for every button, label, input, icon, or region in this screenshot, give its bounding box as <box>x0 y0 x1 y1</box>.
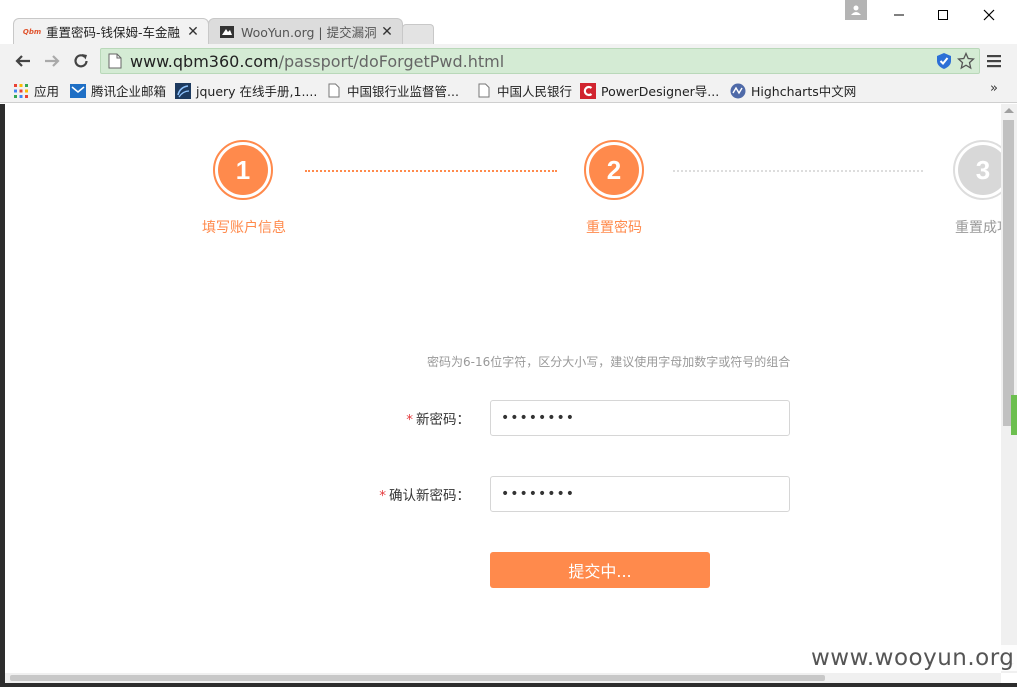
close-icon[interactable]: ✕ <box>186 24 200 40</box>
minimize-button[interactable] <box>876 0 922 30</box>
bookmark-star-icon[interactable] <box>957 52 975 70</box>
user-profile-icon[interactable] <box>845 0 867 20</box>
bookmark-pboc[interactable]: 中国人民银行 <box>476 82 572 99</box>
window-edge <box>0 683 1017 687</box>
step-1-label: 填写账户信息 <box>202 220 286 236</box>
page-content: 1 填写账户信息 2 重置密码 3 重置成功 密码为6-16位字符，区分大小写，… <box>5 104 1001 673</box>
confirm-password-input[interactable] <box>490 476 790 512</box>
address-url: www.qbm360.com/passport/doForgetPwd.html <box>130 51 505 71</box>
bookmark-label: 应用 <box>34 84 60 99</box>
page-icon <box>108 53 122 69</box>
bookmark-apps[interactable]: 应用 <box>13 82 59 99</box>
tab-title: 重置密码-钱保姆-车金融 <box>46 25 181 40</box>
submit-button[interactable]: 提交中... <box>490 552 710 588</box>
window-edge <box>0 104 5 687</box>
bookmark-label: 中国银行业监督管... <box>347 84 459 99</box>
watermark: www.wooyun.org <box>805 645 1017 671</box>
bookmark-label: 中国人民银行 <box>497 84 573 99</box>
new-password-label: * 新密码： <box>406 412 470 428</box>
bookmark-powerdesigner[interactable]: PowerDesigner导... <box>580 82 719 99</box>
browser-titlebar: Qbm 重置密码-钱保姆-车金融 ✕ WooYun.org | 提交漏洞 ✕ <box>0 0 1017 44</box>
bookmark-cbrc[interactable]: 中国银行业监督管... <box>326 82 459 99</box>
bookmark-highcharts[interactable]: Highcharts中文网 <box>730 82 856 99</box>
bookmark-label: jquery 在线手册,1.... <box>196 84 318 99</box>
step-3-circle: 3 <box>953 140 1001 200</box>
address-bar[interactable]: www.qbm360.com/passport/doForgetPwd.html <box>100 48 980 74</box>
new-password-input[interactable] <box>490 400 790 436</box>
reload-button[interactable] <box>70 50 92 72</box>
reload-icon <box>74 54 88 68</box>
page-icon <box>476 83 492 99</box>
arrow-right-icon <box>45 55 60 67</box>
close-window-button[interactable] <box>966 0 1012 30</box>
wooyun-favicon-icon <box>219 24 235 40</box>
bookmark-label: Highcharts中文网 <box>751 84 857 99</box>
arrow-left-icon <box>15 55 30 67</box>
menu-icon[interactable] <box>986 53 1002 69</box>
c-logo-icon <box>580 82 596 99</box>
bookmarks-bar: 应用 腾讯企业邮箱 jquery 在线手册,1.... 中国银行业监督管... … <box>0 78 1017 103</box>
tab-qbm[interactable]: Qbm 重置密码-钱保姆-车金融 ✕ <box>13 18 209 44</box>
password-hint: 密码为6-16位字符，区分大小写，建议使用字母加数字或符号的组合 <box>427 355 791 369</box>
confirm-password-label: * 确认新密码： <box>379 488 470 504</box>
close-icon[interactable]: ✕ <box>380 24 394 40</box>
step-connector-2 <box>673 170 923 172</box>
jquery-icon <box>175 82 191 99</box>
tab-title: WooYun.org | 提交漏洞 <box>241 25 377 40</box>
bookmark-jquery[interactable]: jquery 在线手册,1.... <box>175 82 317 99</box>
back-button[interactable] <box>12 50 34 72</box>
apps-grid-icon <box>13 83 29 99</box>
bookmark-label: PowerDesigner导... <box>601 84 720 99</box>
highcharts-icon <box>730 83 746 99</box>
mail-icon <box>70 83 86 99</box>
new-tab-button[interactable] <box>402 24 434 44</box>
background-window-edge <box>1011 395 1017 435</box>
tab-wooyun[interactable]: WooYun.org | 提交漏洞 ✕ <box>208 18 403 44</box>
qbm-favicon-icon: Qbm <box>22 27 42 36</box>
bookmarks-more-button[interactable]: » <box>990 81 998 96</box>
bookmark-label: 腾讯企业邮箱 <box>91 84 167 99</box>
forward-button[interactable] <box>41 50 63 72</box>
maximize-button[interactable] <box>920 0 966 30</box>
page-icon <box>326 83 342 99</box>
required-mark: * <box>406 412 413 428</box>
step-2-label: 重置密码 <box>586 220 642 236</box>
step-2-circle: 2 <box>584 140 644 200</box>
browser-toolbar: www.qbm360.com/passport/doForgetPwd.html <box>0 44 1017 78</box>
bookmark-tencent-mail[interactable]: 腾讯企业邮箱 <box>70 82 166 99</box>
step-connector-1 <box>305 170 557 172</box>
horizontal-scroll-thumb[interactable] <box>10 675 825 681</box>
vertical-scroll-thumb[interactable] <box>1003 120 1014 426</box>
required-mark: * <box>379 488 386 504</box>
scroll-up-arrow-icon[interactable] <box>1004 108 1014 113</box>
shield-extension-icon[interactable] <box>935 52 953 70</box>
step-3-label: 重置成功 <box>955 220 1001 236</box>
step-1-circle: 1 <box>213 140 273 200</box>
